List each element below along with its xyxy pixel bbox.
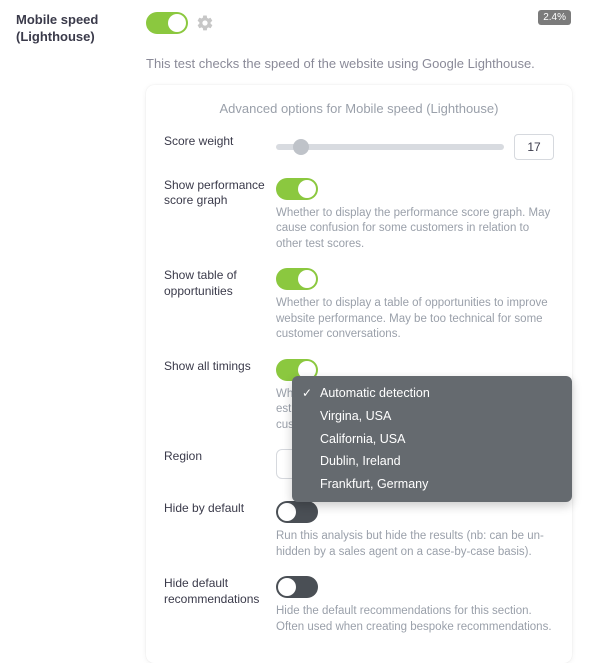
region-option[interactable]: Virgina, USA — [292, 405, 572, 428]
hide-default-desc: Run this analysis but hide the results (… — [276, 529, 554, 560]
hide-recs-desc: Hide the default recommendations for thi… — [276, 604, 554, 635]
region-option[interactable]: Frankfurt, Germany — [292, 473, 572, 496]
perf-graph-desc: Whether to display the performance score… — [276, 206, 554, 253]
perf-graph-label: Show performance score graph — [164, 178, 276, 209]
section-title: Mobile speed (Lighthouse) — [16, 12, 146, 46]
card-title: Advanced options for Mobile speed (Light… — [164, 101, 554, 116]
score-weight-input[interactable] — [514, 134, 554, 160]
timings-label: Show all timings — [164, 359, 276, 375]
region-label: Region — [164, 449, 276, 465]
hide-default-label: Hide by default — [164, 501, 276, 517]
opportunities-toggle[interactable] — [276, 268, 318, 290]
enable-toggle[interactable] — [146, 12, 188, 34]
opportunities-label: Show table of opportunities — [164, 268, 276, 299]
score-weight-label: Score weight — [164, 134, 276, 150]
hide-default-toggle[interactable] — [276, 501, 318, 523]
opportunities-desc: Whether to display a table of opportunit… — [276, 296, 554, 343]
region-option[interactable]: Automatic detection — [292, 382, 572, 405]
hide-recs-label: Hide default recommendations — [164, 576, 276, 607]
region-option[interactable]: Dublin, Ireland — [292, 450, 572, 473]
region-dropdown[interactable]: Automatic detection Virgina, USA Califor… — [292, 376, 572, 502]
region-option[interactable]: California, USA — [292, 428, 572, 451]
hide-recs-toggle[interactable] — [276, 576, 318, 598]
advanced-options-card: Advanced options for Mobile speed (Light… — [146, 85, 572, 663]
section-description: This test checks the speed of the websit… — [146, 56, 589, 71]
percentage-badge: 2.4% — [538, 10, 571, 25]
perf-graph-toggle[interactable] — [276, 178, 318, 200]
gear-icon[interactable] — [196, 14, 214, 32]
score-weight-slider[interactable] — [276, 144, 504, 150]
